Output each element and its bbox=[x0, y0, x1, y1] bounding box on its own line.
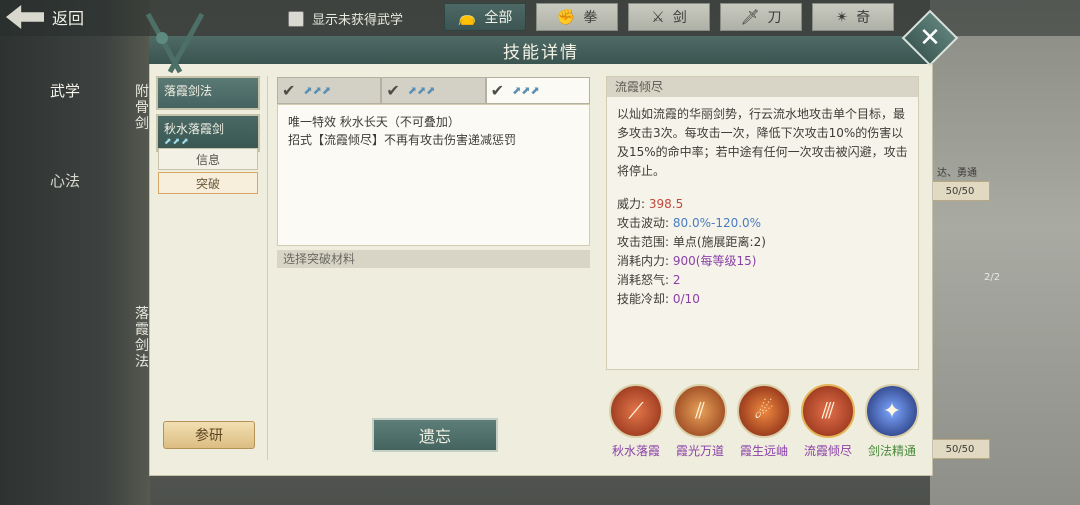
tab-sword[interactable]: ⚔ 剑 bbox=[628, 3, 710, 31]
material-section-header: 选择突破材料 bbox=[277, 250, 590, 268]
tier-tabs: ✔ ⬈⬈⬈ ✔ ⬈⬈⬈ ✔ ⬈⬈⬈ bbox=[277, 77, 590, 104]
check-icon: ✔ bbox=[490, 81, 505, 100]
tier-tab-3[interactable]: ✔ ⬈⬈⬈ bbox=[485, 77, 590, 104]
shuriken-icon: ✴ bbox=[835, 8, 849, 26]
move-label: 霞生远岫 bbox=[739, 444, 788, 458]
tab-special[interactable]: ✴ 奇 bbox=[812, 3, 894, 31]
effect-line: 唯一特效 秋水长天（不可叠加） bbox=[288, 115, 460, 129]
tab-all[interactable]: 👝 全部 bbox=[444, 3, 526, 31]
back-arrow-icon bbox=[6, 5, 44, 29]
move-item[interactable]: ✦ 剑法精通 bbox=[862, 384, 922, 459]
stat-cooldown: 技能冷却: 0/10 bbox=[617, 292, 700, 306]
fire-streak-icon: ☄ bbox=[737, 384, 791, 438]
move-item[interactable]: ⫽ 霞光万道 bbox=[670, 384, 730, 459]
skill-name: 秋水落霞剑 bbox=[164, 122, 225, 136]
move-label: 霞光万道 bbox=[675, 444, 724, 458]
effect-line: 招式【流霞倾尽】不再有攻击伤害递减惩罚 bbox=[288, 133, 517, 147]
stat-power: 威力: 398.5 bbox=[617, 197, 684, 211]
side-tab-martial-arts[interactable]: 武学 bbox=[50, 82, 80, 100]
back-label: 返回 bbox=[52, 9, 85, 28]
background-count-badge: 50/50 bbox=[930, 181, 990, 201]
move-label: 剑法精通 bbox=[867, 444, 916, 458]
tier-arrows-icon: ⬈⬈⬈ bbox=[303, 84, 332, 97]
bag-icon: 👝 bbox=[457, 8, 477, 26]
move-description-panel: 流霞倾尽 以灿如流霞的华丽剑势，行云流水地攻击单个目标，最多攻击3次。每攻击一次… bbox=[606, 76, 919, 370]
sword-slash-icon: ⟋ bbox=[609, 384, 663, 438]
tab-info[interactable]: 信息 bbox=[158, 148, 258, 170]
background-stack-badge: 2/2 bbox=[984, 272, 1001, 283]
move-label: 秋水落霞 bbox=[611, 444, 660, 458]
tab-all-label: 全部 bbox=[484, 10, 513, 26]
background-right-panel bbox=[930, 0, 1080, 505]
tier-tab-1[interactable]: ✔ ⬈⬈⬈ bbox=[277, 77, 382, 104]
move-item[interactable]: ☄ 霞生远岫 bbox=[734, 384, 794, 459]
fist-icon: ✊ bbox=[556, 8, 576, 26]
tab-special-label: 奇 bbox=[856, 10, 871, 26]
tier-arrows-icon: ⬈⬈⬈ bbox=[407, 84, 436, 97]
mastery-icon: ✦ bbox=[865, 384, 919, 438]
side-tab-inner-arts[interactable]: 心法 bbox=[50, 172, 80, 190]
tab-breakthrough[interactable]: 突破 bbox=[158, 172, 258, 194]
tier-arrows-icon: ⬈⬈⬈ bbox=[164, 137, 190, 147]
skill-item[interactable]: 落霞剑法 bbox=[156, 76, 260, 110]
move-stats: 威力: 398.5 攻击波动: 80.0%-120.0% 攻击范围: 单点(施展… bbox=[607, 181, 918, 309]
skill-list: 落霞剑法 秋水落霞剑 ⬈⬈⬈ bbox=[156, 76, 260, 156]
tier-arrows-icon: ⬈⬈⬈ bbox=[512, 84, 540, 97]
stat-rage-cost: 消耗怒气: 2 bbox=[617, 273, 681, 287]
tab-blade[interactable]: 🗡 刀 bbox=[720, 3, 802, 31]
back-button[interactable]: 返回 bbox=[6, 4, 102, 30]
background-card-label: 达、勇通 bbox=[937, 168, 977, 179]
category-tabs: 👝 全部 ✊ 拳 ⚔ 剑 🗡 刀 ✴ 奇 bbox=[444, 3, 894, 31]
move-list: ⟋ 秋水落霞 ⫽ 霞光万道 ☄ 霞生远岫 ⫻ 流霞倾尽 ✦ 剑法精通 bbox=[606, 384, 922, 459]
move-description: 以灿如流霞的华丽剑势，行云流水地攻击单个目标，最多攻击3次。每攻击一次，降低下次… bbox=[617, 107, 908, 178]
dialog-title: 技能详情 bbox=[503, 42, 579, 63]
background-left-panel bbox=[0, 0, 150, 505]
tab-fist[interactable]: ✊ 拳 bbox=[536, 3, 618, 31]
tab-blade-label: 刀 bbox=[767, 10, 782, 26]
sword-rain-icon: ⫻ bbox=[801, 384, 855, 438]
dialog-header: 技能详情 bbox=[149, 36, 933, 64]
light-rays-icon: ⫽ bbox=[673, 384, 727, 438]
blade-icon: 🗡 bbox=[740, 8, 760, 26]
tier-tab-2[interactable]: ✔ ⬈⬈⬈ bbox=[381, 77, 486, 104]
stat-variance: 攻击波动: 80.0%-120.0% bbox=[617, 216, 762, 230]
show-unobtained-label: 显示未获得武学 bbox=[312, 13, 404, 28]
check-icon: ✔ bbox=[386, 81, 400, 100]
checkbox[interactable] bbox=[288, 10, 304, 27]
research-button[interactable]: 参研 bbox=[163, 421, 255, 449]
move-item[interactable]: ⟋ 秋水落霞 bbox=[606, 384, 666, 459]
decorative-sword-icon bbox=[145, 12, 205, 74]
breakthrough-effects: 唯一特效 秋水长天（不可叠加） 招式【流霞倾尽】不再有攻击伤害递减惩罚 bbox=[277, 104, 590, 246]
skill-item[interactable]: 秋水落霞剑 ⬈⬈⬈ bbox=[156, 114, 260, 152]
skill-name: 落霞剑法 bbox=[164, 84, 213, 98]
sub-tabs: 信息 突破 bbox=[158, 148, 258, 196]
move-item[interactable]: ⫻ 流霞倾尽 bbox=[798, 384, 858, 459]
stat-range: 攻击范围: 单点(施展距离:2) bbox=[617, 235, 766, 249]
tab-sword-label: 剑 bbox=[672, 10, 687, 26]
show-unobtained-toggle[interactable]: 显示未获得武学 bbox=[288, 9, 403, 28]
forget-button[interactable]: 遗忘 bbox=[372, 418, 498, 452]
stat-inner-power-cost: 消耗内力: 900(每等级15) bbox=[617, 254, 757, 268]
sword-icon: ⚔ bbox=[651, 8, 665, 26]
move-label: 流霞倾尽 bbox=[803, 444, 852, 458]
tab-fist-label: 拳 bbox=[583, 10, 598, 26]
move-name: 流霞倾尽 bbox=[607, 77, 918, 97]
column-divider bbox=[267, 76, 268, 460]
check-icon: ✔ bbox=[282, 81, 296, 100]
background-count-badge: 50/50 bbox=[930, 439, 990, 459]
